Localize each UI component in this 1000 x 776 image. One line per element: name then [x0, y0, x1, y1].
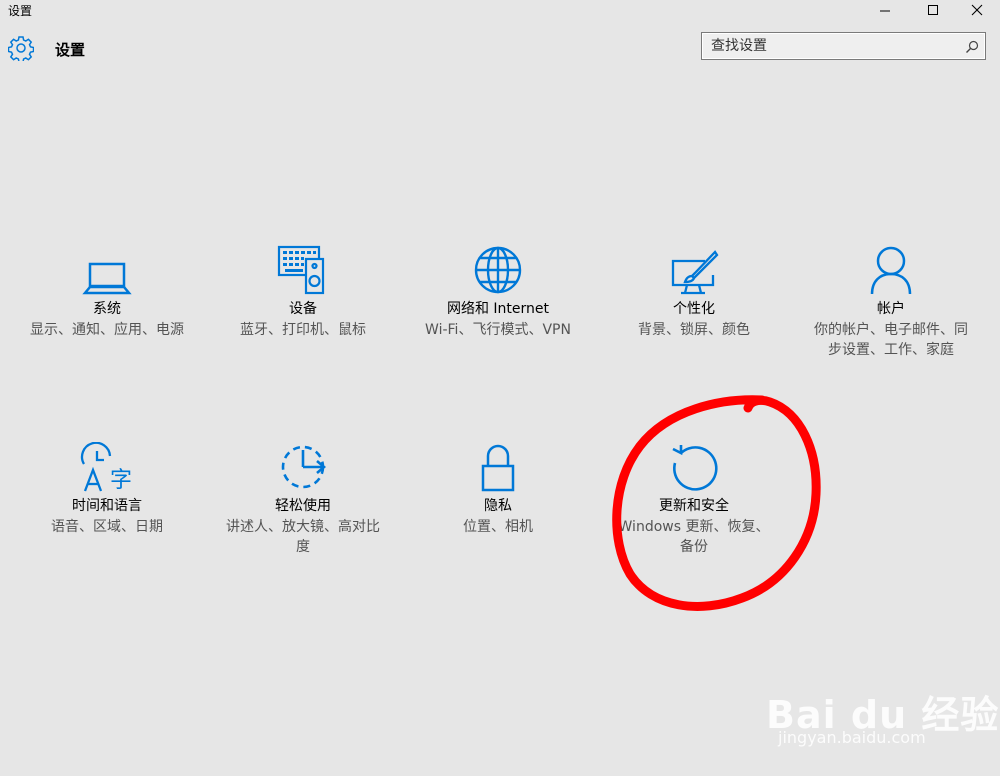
tile-title: 网络和 Internet — [446, 301, 550, 317]
keyboard-speaker-icon — [277, 245, 325, 295]
tile-description: Wi-Fi、飞行模式、VPN — [425, 322, 571, 338]
tile-update-security[interactable]: 更新和安全 Windows 更新、恢复、备份 — [614, 442, 774, 557]
tile-description: 蓝牙、打印机、鼠标 — [240, 322, 366, 338]
tile-title: 时间和语言 — [72, 498, 142, 514]
globe-icon — [474, 246, 522, 294]
minimize-icon — [880, 10, 890, 12]
tile-accounts[interactable]: 帐户 你的帐户、电子邮件、同步设置、工作、家庭 — [811, 245, 971, 360]
annotation-circle — [612, 395, 821, 611]
person-icon — [870, 246, 912, 295]
tile-description: 讲述人、放大镜、高对比度 — [226, 519, 380, 555]
time-language-icon: 字 — [80, 442, 132, 492]
maximize-icon — [928, 5, 938, 15]
tile-devices[interactable]: 设备 蓝牙、打印机、鼠标 — [223, 245, 383, 340]
tile-title: 设备 — [289, 301, 317, 317]
baidu-watermark: Bai du 经验 jingyan.baidu.com — [766, 668, 998, 758]
tile-network[interactable]: 网络和 Internet Wi-Fi、飞行模式、VPN — [418, 245, 578, 340]
watermark-url: jingyan.baidu.com — [778, 728, 926, 747]
tile-time-language[interactable]: 字 时间和语言 语音、区域、日期 — [27, 442, 187, 537]
lock-icon — [481, 444, 515, 492]
tile-title: 系统 — [93, 301, 121, 317]
tile-personalization[interactable]: 个性化 背景、锁屏、颜色 — [614, 245, 774, 340]
ease-of-access-icon — [281, 445, 326, 489]
search-icon[interactable] — [965, 40, 979, 54]
tile-system[interactable]: 系统 显示、通知、应用、电源 — [27, 245, 187, 340]
tile-description: 位置、相机 — [463, 519, 533, 535]
close-button[interactable] — [954, 0, 1000, 20]
personalization-icon — [671, 250, 719, 295]
window-title: 设置 — [8, 4, 33, 18]
gear-icon — [8, 36, 34, 61]
tile-title: 隐私 — [484, 498, 512, 514]
update-icon — [672, 445, 718, 491]
tile-title: 帐户 — [877, 301, 905, 317]
close-icon — [971, 4, 983, 16]
tile-description: 你的帐户、电子邮件、同步设置、工作、家庭 — [814, 322, 968, 358]
laptop-icon — [82, 262, 132, 295]
tile-title: 轻松使用 — [275, 498, 331, 514]
tile-title: 更新和安全 — [659, 498, 729, 514]
search-input[interactable] — [702, 33, 952, 59]
tile-description: Windows 更新、恢复、备份 — [618, 519, 770, 555]
page-title: 设置 — [55, 41, 86, 59]
tile-description: 语音、区域、日期 — [51, 519, 163, 535]
tile-privacy[interactable]: 隐私 位置、相机 — [418, 442, 578, 537]
tile-description: 显示、通知、应用、电源 — [30, 322, 184, 338]
tile-ease-of-access[interactable]: 轻松使用 讲述人、放大镜、高对比度 — [223, 442, 383, 557]
tile-title: 个性化 — [673, 301, 715, 317]
svg-text:字: 字 — [110, 468, 132, 492]
search-box[interactable] — [701, 32, 986, 60]
tile-description: 背景、锁屏、颜色 — [638, 322, 750, 338]
maximize-button[interactable] — [910, 0, 956, 20]
minimize-button[interactable] — [862, 0, 908, 20]
